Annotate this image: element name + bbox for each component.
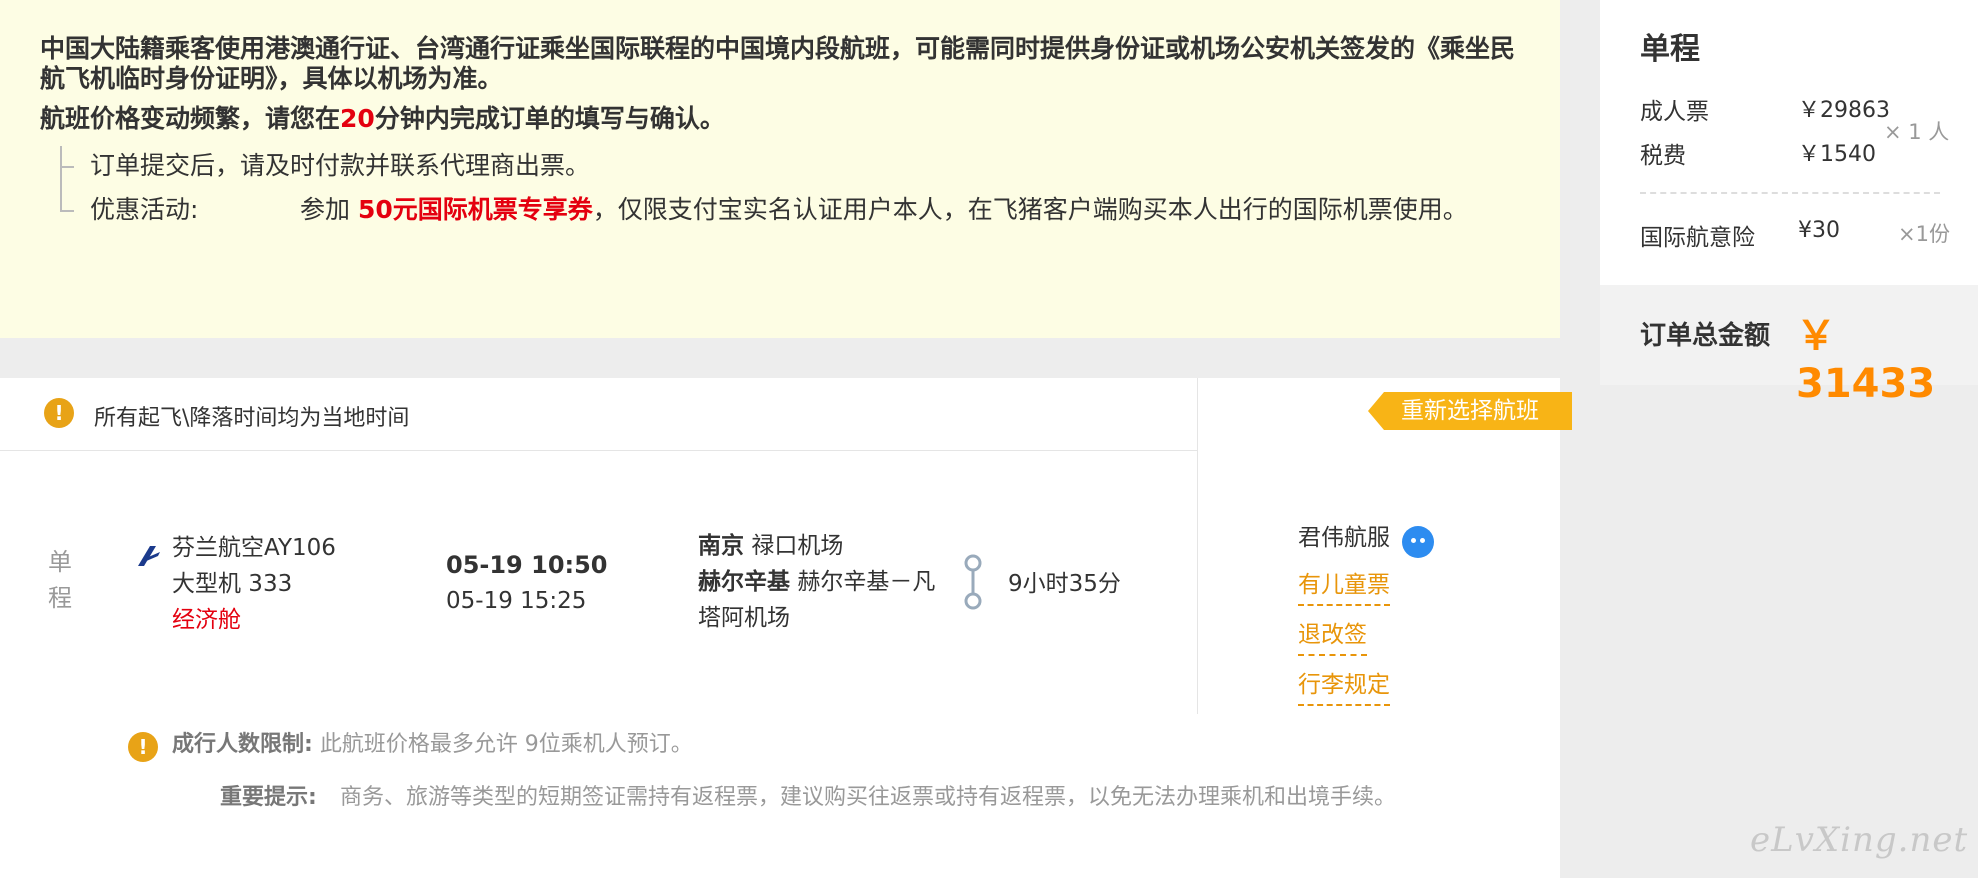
promo-coupon: 50元国际机票专享券 [357,195,593,224]
trip-type-label: 单程 [48,548,72,612]
important-note: 重要提示: 商务、旅游等类型的短期签证需持有返程票，建议购买往返票或持有返程票，以… [220,780,1430,816]
chat-icon[interactable] [1402,526,1434,558]
notice-tree: 订单提交后，请及时付款并联系代理商出票。 优惠活动: 参加 50元国际机票专享券，… [50,146,1520,234]
arrival-time: 05-19 15:25 [446,588,587,614]
promo-text: 参加 50元国际机票专享券，仅限支付宝实名认证用户本人，在飞猪客户端购买本人出行… [300,186,1510,234]
aircraft-type: 大型机 333 [172,571,293,597]
passenger-quantity: × 1 人 [1884,120,1950,144]
notice-price-pre: 航班价格变动频繁，请您在 [40,104,341,133]
notice-promo: 优惠活动: 参加 50元国际机票专享券，仅限支付宝实名认证用户本人，在飞猪客户端购… [50,186,1520,234]
adult-ticket-price: ￥29863 [1798,98,1890,123]
notice-panel: 中国大陆籍乘客使用港澳通行证、台湾通行证乘坐国际联程的中国境内段航班，可能需同时… [0,0,1560,338]
notice-id-requirement: 中国大陆籍乘客使用港澳通行证、台湾通行证乘坐国际联程的中国境内段航班，可能需同时… [40,34,1516,93]
reselect-flight-button[interactable]: 重新选择航班 [1368,392,1572,430]
passenger-limit-note: 成行人数限制: 此航班价格最多允许 9位乘机人预订。 [172,728,693,762]
notice-payment-tip: 订单提交后，请及时付款并联系代理商出票。 [90,151,591,180]
finnair-logo-icon [138,546,160,566]
departure-airport-name: 禄口机场 [751,533,844,559]
cabin-class: 经济舱 [172,607,241,633]
arrival-city: 赫尔辛基 [698,569,790,595]
summary-title: 单程 [1640,32,1700,67]
flight-card: ! 所有起飞\降落时间均为当地时间 单程 芬兰航空AY106 大型机 333 经… [0,378,1560,714]
promo-post: ，仅限支付宝实名认证用户本人，在飞猪客户端购买本人出行的国际机票使用。 [592,195,1468,224]
divider [0,450,1197,451]
flight-duration: 9小时35分 [1008,571,1121,597]
main-column: 中国大陆籍乘客使用港澳通行证、台湾通行证乘坐国际联程的中国境内段航班，可能需同时… [0,0,1572,878]
order-total-value: ￥ 31433 [1796,313,1936,407]
site-watermark: eLvXing.net [1750,820,1969,860]
child-ticket-link[interactable]: 有儿童票 [1298,568,1390,606]
departure-time: 05-19 10:50 [446,551,608,579]
order-total: 订单总金额 ￥ 31433 [1600,285,1978,407]
promo-label: 优惠活动: [90,195,199,224]
notice-price-warning: 航班价格变动频繁，请您在20分钟内完成订单的填写与确认。 [40,104,1520,134]
departure-city: 南京 [698,533,744,559]
important-text: 商务、旅游等类型的短期签证需持有返程票，建议购买往返票或持有返程票，以免无法办理… [340,785,1397,810]
passenger-limit-text: 此航班价格最多允许 9位乘机人预订。 [319,732,693,757]
divider [1640,192,1940,194]
tree-connector [60,166,74,168]
departure-airport: 南京 禄口机场 [698,528,958,564]
order-total-label: 订单总金额 [1640,321,1771,351]
notice-price-post: 分钟内完成订单的填写与确认。 [374,104,725,133]
baggage-rules-link[interactable]: 行李规定 [1298,668,1390,706]
warning-icon: ! [128,732,158,762]
important-label: 重要提示: [220,785,317,810]
passenger-limit-label: 成行人数限制: [172,732,313,757]
arrival-airport: 赫尔辛基 赫尔辛基－凡塔阿机场 [698,564,958,636]
promo-pre: 参加 [300,195,351,224]
insurance-price: ¥30 [1798,218,1840,243]
warning-icon: ! [44,398,74,428]
route-info: 南京 禄口机场 赫尔辛基 赫尔辛基－凡塔阿机场 [698,528,958,636]
agent-name: 君伟航服 [1298,525,1390,551]
notice-minutes: 20 [340,104,375,133]
timezone-note: 所有起飞\降落时间均为当地时间 [94,406,410,431]
notes-panel: ! 成行人数限制: 此航班价格最多允许 9位乘机人预订。 重要提示: 商务、旅游等… [0,714,1560,878]
divider [1197,378,1198,714]
insurance-quantity: ×1份 [1898,222,1950,246]
adult-ticket-label: 成人票 [1640,99,1709,125]
tax-label: 税费 [1640,143,1686,169]
tax-price: ￥1540 [1798,142,1876,167]
insurance-label: 国际航意险 [1640,225,1755,251]
route-connector-icon [964,554,982,610]
airline-flight-number: 芬兰航空AY106 [172,535,336,561]
refund-change-link[interactable]: 退改签 [1298,618,1367,656]
